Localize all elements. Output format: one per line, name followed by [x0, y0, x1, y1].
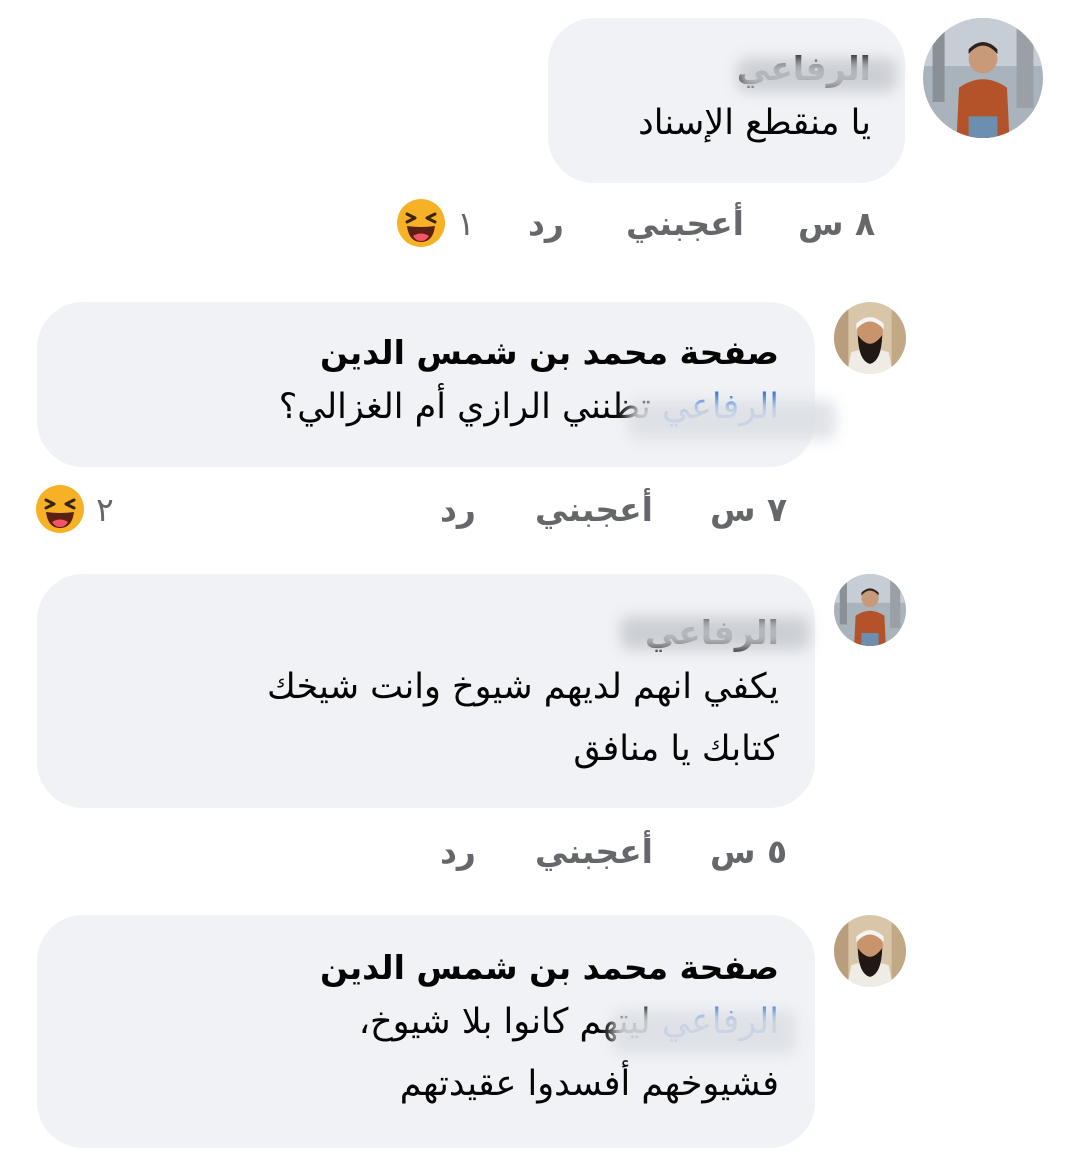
comment-text-line: فشيوخهم أفسدوا عقيدتهم: [399, 1064, 779, 1104]
avatar-young-man[interactable]: [923, 18, 1043, 138]
laughing-face-icon[interactable]: [396, 198, 446, 248]
reply-button[interactable]: رد: [440, 490, 476, 529]
comment-author[interactable]: صفحة محمد بن شمس الدين: [57, 330, 779, 376]
redacted-name: [620, 616, 810, 650]
comment-bubble: صفحة محمد بن شمس الدين الرفاعي تظنني الر…: [37, 302, 815, 467]
comment-author[interactable]: صفحة محمد بن شمس الدين: [57, 945, 779, 991]
avatar-young-man[interactable]: [834, 574, 906, 646]
comment-text-line: كتابك يا منافق: [573, 729, 779, 769]
avatar-sheikh[interactable]: [834, 302, 906, 374]
reaction-count[interactable]: ٢: [96, 490, 114, 529]
comment-time[interactable]: ٥ س: [710, 832, 787, 871]
comment-text-line: يكفي انهم لديهم شيوخ وانت شيخك: [267, 667, 779, 707]
reply-button[interactable]: رد: [440, 832, 476, 871]
comment-bubble: الرفاعي يكفي انهم لديهم شيوخ وانت شيخك ك…: [37, 574, 815, 808]
like-button[interactable]: أعجبني: [626, 204, 744, 243]
reply-button[interactable]: رد: [528, 204, 564, 243]
comment-text: يا منقطع الإسناد: [638, 103, 871, 143]
comment-time[interactable]: ٧ س: [710, 490, 787, 529]
reaction-count[interactable]: ١: [457, 204, 475, 243]
comment-text-content: ليتهم كانوا بلا شيوخ،: [358, 1002, 651, 1042]
redacted-name: [737, 58, 897, 92]
redacted-name: [628, 400, 836, 440]
redacted-name: [612, 1010, 796, 1054]
laughing-face-icon[interactable]: [35, 484, 85, 534]
comment-text-content: تظنني الرازي أم الغزالي؟: [278, 387, 651, 427]
avatar-sheikh[interactable]: [834, 915, 906, 987]
comment-time[interactable]: ٨ س: [798, 204, 875, 243]
like-button[interactable]: أعجبني: [535, 490, 653, 529]
comment-bubble: الرفاعي يا منقطع الإسناد: [548, 18, 905, 183]
like-button[interactable]: أعجبني: [535, 832, 653, 871]
